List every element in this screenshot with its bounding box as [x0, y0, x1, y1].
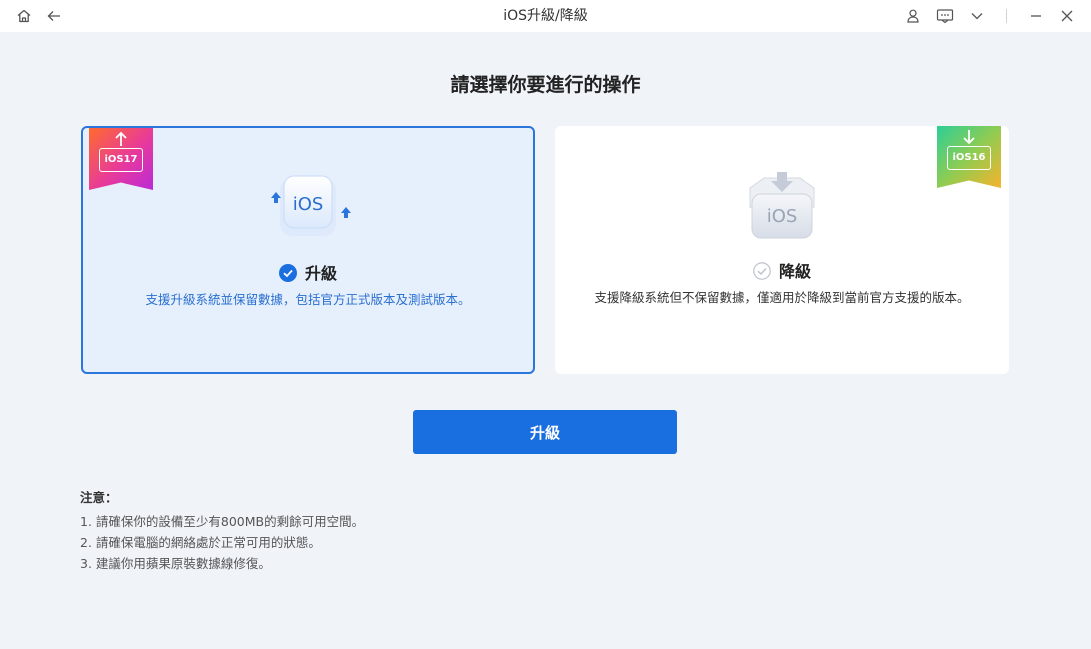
- downgrade-option-card[interactable]: iOS16 iOS 降級 支援降級系統但不保留數據，僅適用於降級到當前官方支援的…: [555, 126, 1009, 374]
- title-bar: iOS升級/降級: [0, 0, 1091, 32]
- ios-upgrade-text: iOS: [293, 194, 324, 215]
- chevron-down-icon[interactable]: [967, 6, 987, 26]
- ios-upgrade-illustration: iOS: [271, 175, 351, 236]
- notes-list: 1. 請確保你的設備至少有800MB的剩餘可用空間。 2. 請確保電腦的網絡處於…: [80, 511, 364, 574]
- feedback-icon[interactable]: [935, 6, 955, 26]
- ios16-badge-label: iOS16: [947, 146, 991, 170]
- user-icon[interactable]: [903, 6, 923, 26]
- upgrade-description: 支援升級系統並保留數據，包括官方正式版本及測試版本。: [145, 292, 471, 307]
- ios-downgrade-illustration: iOS: [749, 172, 815, 239]
- close-icon[interactable]: [1057, 6, 1077, 26]
- notes-section: 注意： 1. 請確保你的設備至少有800MB的剩餘可用空間。 2. 請確保電腦的…: [80, 487, 364, 574]
- ios17-badge: iOS17: [89, 128, 153, 190]
- downgrade-label-row: 降級: [555, 258, 1009, 282]
- downgrade-label: 降級: [778, 262, 811, 281]
- page-heading: 請選擇你要進行的操作: [450, 74, 641, 96]
- upgrade-label-row: 升級: [83, 260, 533, 284]
- notes-title: 注意：: [80, 490, 118, 505]
- titlebar-divider: [1006, 9, 1007, 23]
- ios-downgrade-text: iOS: [767, 206, 798, 227]
- note-item: 1. 請確保你的設備至少有800MB的剩餘可用空間。: [80, 514, 365, 529]
- upgrade-label: 升級: [304, 264, 337, 283]
- note-item: 2. 請確保電腦的網絡處於正常可用的狀態。: [80, 535, 321, 550]
- minimize-icon[interactable]: [1026, 6, 1046, 26]
- note-item: 3. 建議你用蘋果原裝數據線修復。: [80, 556, 271, 571]
- window-title: iOS升級/降級: [503, 8, 588, 24]
- ios16-badge: iOS16: [937, 126, 1001, 188]
- upgrade-button[interactable]: 升級: [413, 410, 677, 454]
- download-arrow-icon: [963, 130, 975, 145]
- check-circle-icon: [278, 264, 297, 282]
- downgrade-description: 支援降級系統但不保留數據，僅適用於降級到當前官方支援的版本。: [594, 290, 970, 305]
- upgrade-option-card[interactable]: iOS17 iOS 升級 支援升級系統並保留數據，包括官方正式版本及測試版本。: [81, 126, 535, 374]
- upload-arrow-icon: [115, 131, 127, 146]
- check-circle-outline-icon: [753, 262, 771, 280]
- ios17-badge-label: iOS17: [99, 148, 143, 172]
